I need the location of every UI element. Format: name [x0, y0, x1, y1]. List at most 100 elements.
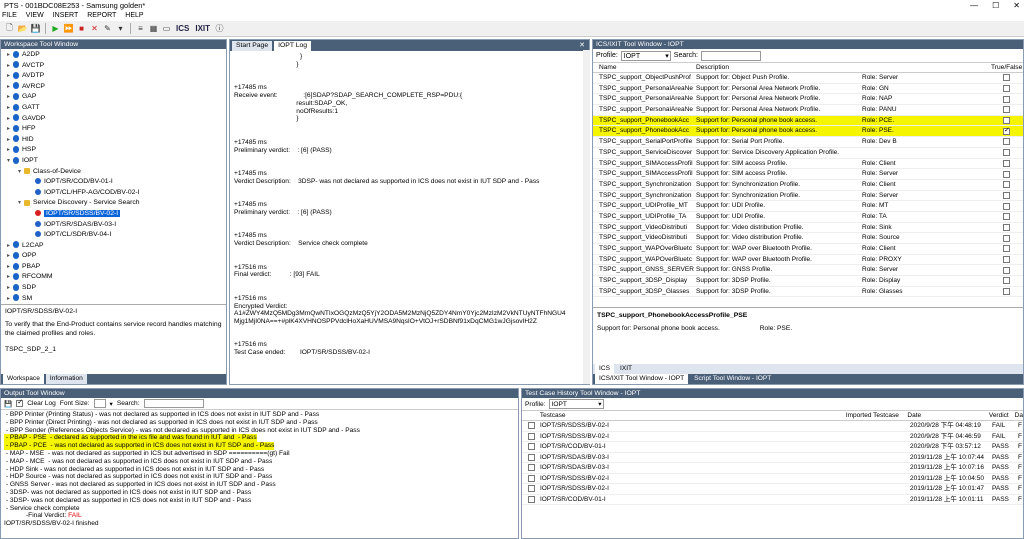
ics-row[interactable]: TSPC_support_SerialPortProfile Support fo…: [593, 137, 1023, 148]
column-da[interactable]: Da: [1015, 411, 1023, 420]
ics-row-checkbox[interactable]: [1003, 256, 1010, 264]
ics-row-checkbox[interactable]: [1003, 117, 1010, 125]
expand-icon[interactable]: ▸: [4, 262, 13, 273]
ics-row[interactable]: TSPC_support_PhonebookAcc Support for: Pe…: [593, 115, 1023, 127]
tree-item[interactable]: ▸ GATT: [1, 103, 226, 114]
collapse-icon[interactable]: ▾: [4, 156, 13, 167]
ics-row-checkbox[interactable]: [1003, 181, 1010, 189]
ics-row[interactable]: TSPC_support_WAPOverBluetc Support for: W…: [593, 255, 1023, 266]
tree-item[interactable]: ▸ A2DP: [1, 50, 226, 61]
chevron-down-icon[interactable]: ▾: [110, 400, 113, 408]
ics-row[interactable]: TSPC_support_UDIProfile_MT Support for: U…: [593, 201, 1023, 212]
ics-row-checkbox[interactable]: [1003, 191, 1010, 199]
history-row-checkbox[interactable]: [527, 443, 535, 451]
ics-row[interactable]: TSPC_support_PersonalAreaNe Support for: …: [593, 84, 1023, 95]
ics-row[interactable]: TSPC_support_Synchronization Support for:…: [593, 191, 1023, 202]
column-verdict[interactable]: Verdict: [989, 411, 1015, 420]
history-row-checkbox[interactable]: [527, 464, 535, 472]
history-row[interactable]: IOPT/SR/COD/BV-01-I 2020/9/28 下午 03:57:12…: [522, 442, 1023, 453]
ics-row-checkbox[interactable]: [1003, 95, 1010, 103]
expand-icon[interactable]: ▸: [4, 50, 13, 61]
stop-icon[interactable]: ■: [76, 23, 87, 34]
column-true-false[interactable]: True/False: [991, 63, 1023, 72]
menu-insert[interactable]: INSERT: [53, 11, 79, 21]
ics-row-checkbox[interactable]: [1003, 149, 1010, 157]
ics-row[interactable]: TSPC_support_3DSP_Display Support for: 3D…: [593, 276, 1023, 287]
ics-row-checkbox[interactable]: [1003, 106, 1010, 114]
tree-item[interactable]: IOPT/SR/SDSS/BV-02-I: [1, 209, 226, 220]
tree-item[interactable]: ▸ HFP: [1, 124, 226, 135]
ics-row-checkbox[interactable]: [1003, 234, 1010, 242]
tab-script-window[interactable]: Script Tool Window - IOPT: [690, 374, 776, 384]
tab-workspace[interactable]: Workspace: [3, 374, 44, 384]
collapse-icon[interactable]: ▾: [15, 167, 24, 178]
ics-row[interactable]: TSPC_support_SIMAccessProfil Support for:…: [593, 169, 1023, 180]
log-scrollbar[interactable]: [583, 50, 590, 384]
column-date[interactable]: Date: [907, 411, 988, 420]
history-row[interactable]: IOPT/SR/SDSS/BV-02-I 2020/9/28 下午 04:46:5…: [522, 432, 1023, 442]
column-description[interactable]: Description: [696, 63, 991, 72]
tree-item[interactable]: IOPT/SR/COD/BV-01-I: [1, 177, 226, 188]
expand-icon[interactable]: ▸: [4, 114, 13, 125]
run-all-icon[interactable]: ⏩: [63, 23, 74, 34]
column-testcase[interactable]: Testcase: [540, 411, 846, 420]
expand-icon[interactable]: ▸: [4, 135, 13, 146]
ics-row-checkbox[interactable]: [1003, 223, 1010, 231]
edit-icon[interactable]: ✎: [102, 23, 113, 34]
ics-row[interactable]: TSPC_support_3DSP_Glasses Support for: 3D…: [593, 287, 1023, 298]
expand-icon[interactable]: ▸: [4, 71, 13, 82]
ics-row[interactable]: TSPC_support_PhonebookAcc Support for: Pe…: [593, 126, 1023, 138]
ics-row-checkbox[interactable]: [1003, 202, 1010, 210]
output-search-input[interactable]: [143, 399, 204, 408]
grid-icon[interactable]: ▦: [148, 23, 159, 34]
tree-item[interactable]: IOPT/CL/HFP-AG/COD/BV-02-I: [1, 188, 226, 199]
save-log-icon[interactable]: 💾: [4, 400, 12, 408]
tree-item[interactable]: IOPT/SR/SDAS/BV-03-I: [1, 220, 226, 231]
menu-report[interactable]: REPORT: [87, 11, 116, 21]
menu-file[interactable]: FILE: [2, 11, 17, 21]
ics-row[interactable]: TSPC_support_ObjectPushProf Support for: …: [593, 73, 1023, 84]
ics-row[interactable]: TSPC_support_WAPOverBluetc Support for: W…: [593, 244, 1023, 255]
tree-item[interactable]: ▸ GAVDP: [1, 114, 226, 125]
delete-icon[interactable]: ✕: [89, 23, 100, 34]
expand-icon[interactable]: ▸: [4, 92, 13, 103]
tree-item[interactable]: ▾ Service Discovery - Service Search: [1, 198, 226, 209]
ics-row[interactable]: TSPC_support_ServiceDiscover Support for:…: [593, 148, 1023, 159]
new-icon[interactable]: 🗋: [4, 23, 15, 34]
column-imported[interactable]: Imported Testcase: [846, 411, 908, 420]
maximize-icon[interactable]: ☐: [992, 0, 999, 11]
ics-row-checkbox[interactable]: [1003, 277, 1010, 285]
ics-row-checkbox[interactable]: [1003, 266, 1010, 274]
history-row[interactable]: IOPT/SR/SDSS/BV-02-I 2019/11/28 上午 10:04:…: [522, 474, 1023, 484]
ics-row-checkbox[interactable]: [1003, 138, 1010, 146]
tree-item[interactable]: ▸ L2CAP: [1, 241, 226, 252]
history-row[interactable]: IOPT/SR/SDAS/BV-03-I 2019/11/28 上午 10:07:…: [522, 463, 1023, 474]
output-log[interactable]: - BPP Printer (Printing Status) - was no…: [1, 410, 518, 538]
history-profile-select[interactable]: IOPT ▾: [548, 399, 604, 409]
tab-ics-ixit-window[interactable]: ICS/IXIT Tool Window - IOPT: [595, 374, 689, 384]
expand-icon[interactable]: ▸: [4, 251, 13, 262]
tree-item[interactable]: ▸ PBAP: [1, 262, 226, 273]
tree-item[interactable]: ▸ OPP: [1, 251, 226, 262]
expand-icon[interactable]: ▸: [4, 82, 13, 93]
tree-item[interactable]: ▸ AVRCP: [1, 82, 226, 93]
run-icon[interactable]: ▶: [50, 23, 61, 34]
history-row[interactable]: IOPT/SR/SDAS/BV-03-I 2019/11/28 上午 10:07:…: [522, 453, 1023, 463]
expand-icon[interactable]: ▸: [4, 103, 13, 114]
menu-view[interactable]: VIEW: [26, 11, 44, 21]
close-icon[interactable]: ✕: [1013, 0, 1020, 11]
stack-icon[interactable]: ≡: [135, 23, 146, 34]
open-icon[interactable]: 📂: [17, 23, 28, 34]
font-size-select[interactable]: [93, 399, 106, 408]
ics-row-checkbox[interactable]: [1003, 85, 1010, 93]
expand-icon[interactable]: ▸: [4, 294, 13, 304]
tree-item[interactable]: ▾ IOPT: [1, 156, 226, 167]
tree-item[interactable]: ▸ SM: [1, 294, 226, 304]
tab-ics[interactable]: ICS: [595, 364, 614, 374]
ics-row[interactable]: TSPC_support_SIMAccessProfil Support for:…: [593, 159, 1023, 170]
minimize-icon[interactable]: —: [970, 0, 978, 11]
menu-help[interactable]: HELP: [125, 11, 143, 21]
expand-icon[interactable]: ▸: [4, 272, 13, 283]
tree-item[interactable]: ▸ AVCTP: [1, 61, 226, 72]
ics-row[interactable]: TSPC_support_VideoDistributi Support for:…: [593, 233, 1023, 244]
